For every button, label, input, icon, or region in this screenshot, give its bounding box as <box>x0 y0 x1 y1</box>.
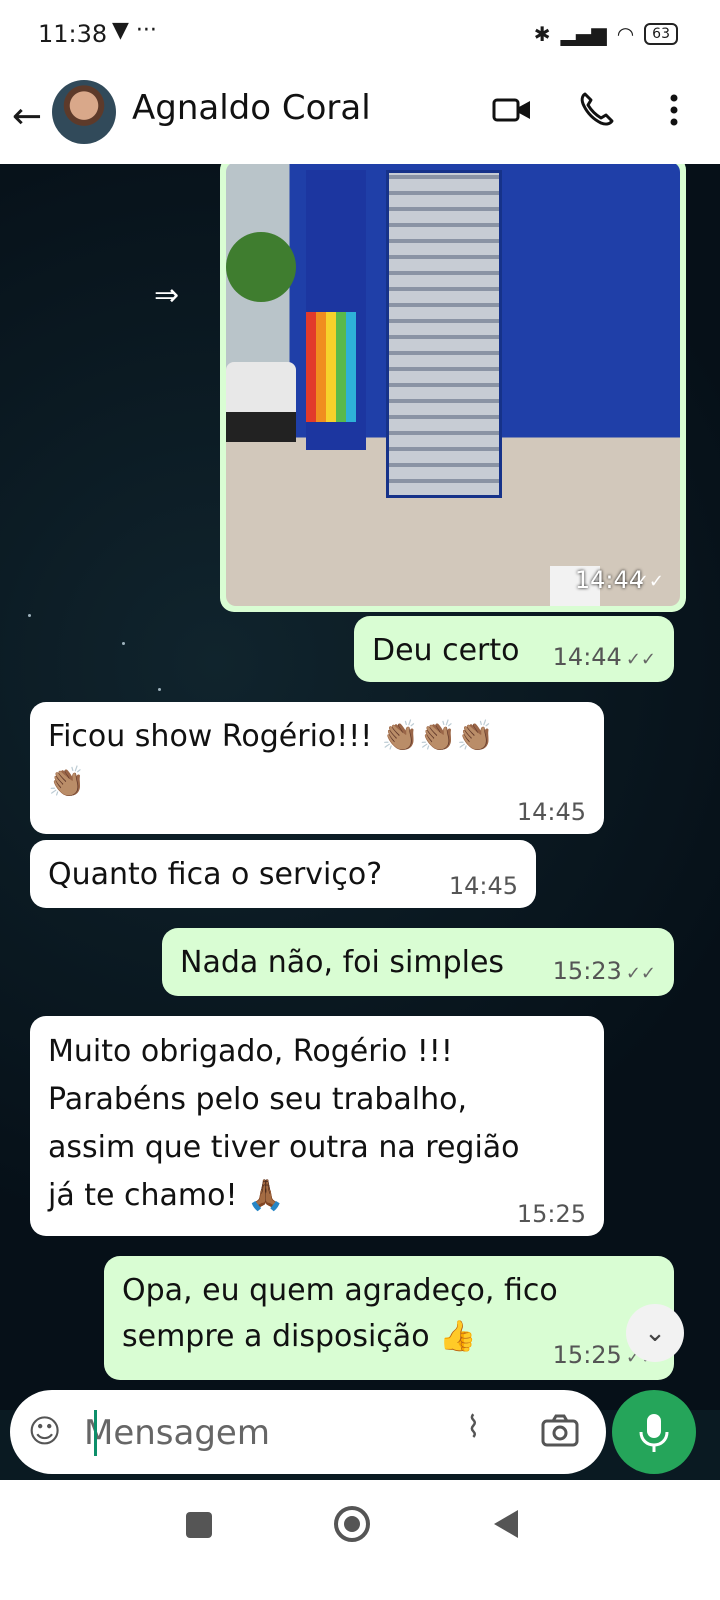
system-back-button[interactable] <box>494 1510 518 1538</box>
message-text-line: Muito obrigado, Rogério !!! <box>48 1034 453 1069</box>
message-input[interactable] <box>82 1402 446 1464</box>
message-incoming[interactable]: Muito obrigado, Rogério !!! Parabéns pel… <box>30 1016 604 1236</box>
system-navigation-bar <box>0 1480 720 1600</box>
status-notification-icons: ▼ ··· <box>112 18 157 43</box>
message-composer: ☺ ⌇ <box>10 1390 606 1474</box>
message-text: Nada não, foi simples <box>180 945 505 980</box>
status-time: 11:38 <box>38 20 108 48</box>
message-text-line: Opa, eu quem agradeço, fico <box>122 1273 558 1308</box>
photo-shutter <box>386 170 502 498</box>
message-meta: 15:23 ✓✓ <box>553 957 656 988</box>
message-meta: 14:44 ✓✓ <box>553 643 656 674</box>
video-call-icon[interactable] <box>492 90 532 130</box>
message-incoming[interactable]: Quanto fica o serviço? 14:45 <box>30 840 536 908</box>
message-outgoing[interactable]: Opa, eu quem agradeço, fico sempre a dis… <box>104 1256 674 1380</box>
read-checks-icon: ✓✓ <box>625 963 656 984</box>
forward-icon[interactable]: ⇒ <box>154 278 179 313</box>
photo-color-stripes <box>306 312 356 422</box>
message-text: Quanto fica o serviço? <box>48 857 383 892</box>
text-caret <box>94 1410 97 1456</box>
message-time: 14:44 <box>552 643 622 671</box>
read-checks-icon: ✓✓ <box>625 649 656 670</box>
wifi-icon: ◠ <box>616 22 635 46</box>
image-message[interactable]: 14:44 ✓✓ <box>220 164 686 612</box>
wallpaper-dot <box>122 642 125 645</box>
message-time: 14:45 <box>516 798 586 826</box>
status-bar: 11:38 ▼ ··· ✱ ▂▄▆ ◠ 63 <box>0 0 720 74</box>
recents-button[interactable] <box>186 1512 212 1538</box>
message-outgoing[interactable]: Deu certo 14:44 ✓✓ <box>354 616 674 682</box>
message-time: 15:25 <box>552 1341 622 1369</box>
contact-name[interactable]: Agnaldo Coral <box>132 88 371 128</box>
paperclip-icon[interactable]: ⌇ <box>466 1410 481 1445</box>
message-photo[interactable]: 14:44 ✓✓ <box>226 164 680 606</box>
chat-area[interactable]: ⇒ 14:44 ✓✓ Deu certo 14:44 ✓✓ Ficou show … <box>0 164 720 1410</box>
scroll-to-bottom-button[interactable]: ⌄ <box>626 1304 684 1362</box>
message-outgoing[interactable]: Nada não, foi simples 15:23 ✓✓ <box>162 928 674 996</box>
message-text-line: 👏🏽 <box>48 765 86 800</box>
photo-car <box>226 362 296 442</box>
status-right-icons: ✱ ▂▄▆ ◠ 63 <box>534 22 678 46</box>
contact-avatar[interactable] <box>52 80 116 144</box>
message-text-line: já te chamo! 🙏🏾 <box>48 1178 285 1213</box>
read-checks-icon: ✓✓ <box>633 571 664 592</box>
phone-icon[interactable] <box>576 90 616 130</box>
message-time: 15:23 <box>552 957 622 985</box>
wallpaper-dot <box>28 614 31 617</box>
back-arrow-icon[interactable]: ← <box>12 96 42 137</box>
bluetooth-icon: ✱ <box>533 22 551 46</box>
message-text-line: Ficou show Rogério!!! 👏🏽👏🏽👏🏽 <box>48 719 494 754</box>
message-text-line: Parabéns pelo seu trabalho, <box>48 1082 468 1117</box>
message-text-line: assim que tiver outra na região <box>48 1130 520 1165</box>
camera-icon[interactable] <box>540 1410 580 1450</box>
photo-tree <box>226 232 296 302</box>
chat-header: ← Agnaldo Coral <box>0 74 720 164</box>
signal-icon: ▂▄▆ <box>560 22 607 46</box>
message-incoming[interactable]: Ficou show Rogério!!! 👏🏽👏🏽👏🏽 👏🏽 14:45 <box>30 702 604 834</box>
message-time: 14:45 <box>448 872 518 900</box>
more-vert-icon[interactable] <box>654 90 694 130</box>
chevron-double-down-icon: ⌄ <box>644 1318 666 1348</box>
home-button[interactable] <box>334 1506 370 1542</box>
battery-indicator: 63 <box>644 23 678 45</box>
wallpaper-dot <box>158 688 161 691</box>
sticker-icon[interactable]: ☺ <box>28 1412 61 1450</box>
message-time: 15:25 <box>516 1200 586 1228</box>
mic-icon <box>639 1414 669 1452</box>
mic-button[interactable] <box>612 1390 696 1474</box>
message-text: Deu certo <box>372 633 520 668</box>
